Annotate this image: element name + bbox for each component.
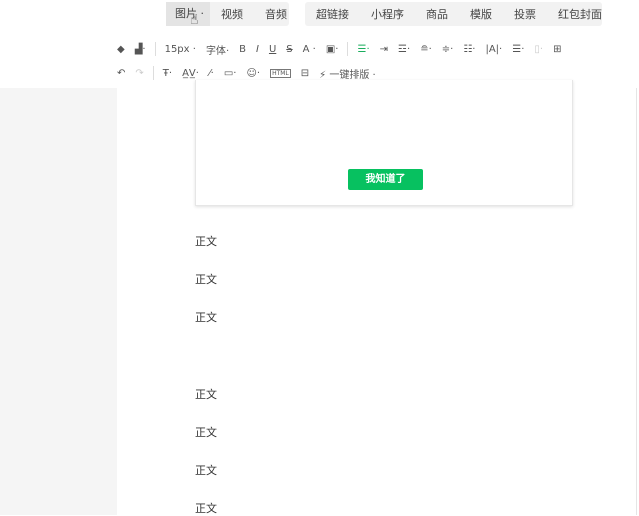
- bullet-list-icon[interactable]: ☰·: [512, 44, 524, 55]
- table-icon[interactable]: ⊞: [553, 44, 561, 55]
- font-size-value: 15px: [164, 43, 190, 55]
- font-family-select[interactable]: 字体·: [206, 42, 229, 57]
- eraser-icon[interactable]: ◆: [117, 44, 125, 55]
- one-click-layout-label: 一键排版: [329, 69, 370, 81]
- menu-mini-program[interactable]: 小程序: [360, 6, 415, 22]
- menu-red-packet-cover[interactable]: 红包封面: [547, 6, 613, 22]
- insert-menu: 超链接 小程序 商品 模版 投票 红包封面: [305, 2, 602, 26]
- menu-template[interactable]: 模版: [459, 6, 503, 22]
- emoji-icon[interactable]: ☺·: [246, 68, 260, 79]
- divider: [347, 42, 349, 56]
- letter-spacing-icon[interactable]: |A|·: [485, 44, 502, 55]
- paragraph[interactable]: 正文: [195, 462, 217, 478]
- format-toolbar: ◆ ▟· 15px · 字体· B I U S A · ▣· ☰· ⇥ ☲· ≘…: [112, 39, 566, 59]
- font-color-label: A: [302, 43, 310, 55]
- italic-button[interactable]: I: [256, 44, 259, 55]
- paragraph[interactable]: 正文: [195, 233, 217, 249]
- font-family-value: 字体: [205, 45, 226, 57]
- left-panel: [0, 88, 117, 515]
- menu-image[interactable]: 图片 ·: [166, 2, 210, 26]
- one-click-layout-button[interactable]: ⚡ 一键排版 ·: [319, 66, 376, 81]
- background-color-icon[interactable]: ▣·: [326, 44, 339, 55]
- media-menu: 图片 · 视频 音频: [166, 2, 289, 26]
- quote-icon[interactable]: ▯·: [534, 44, 543, 55]
- paragraph[interactable]: 正文: [195, 309, 217, 325]
- menu-hyperlink[interactable]: 超链接: [305, 6, 360, 22]
- divider: [154, 42, 156, 56]
- undo-icon[interactable]: ↶: [117, 68, 125, 79]
- menu-product[interactable]: 商品: [415, 6, 459, 22]
- html-icon[interactable]: HTML: [270, 68, 291, 78]
- paragraph[interactable]: 正文: [195, 424, 217, 440]
- paragraph[interactable]: 正文: [195, 500, 217, 516]
- font-color-button[interactable]: A ·: [303, 44, 316, 55]
- menu-vote[interactable]: 投票: [503, 6, 547, 22]
- format-painter-icon[interactable]: ▟·: [135, 44, 146, 55]
- spacing-icon[interactable]: A̲V̲·: [182, 68, 199, 79]
- font-size-select[interactable]: 15px ·: [165, 44, 196, 55]
- paragraph[interactable]: 正文: [195, 386, 217, 402]
- divider-line-icon[interactable]: Ŧ·: [163, 68, 172, 79]
- hand-cursor-icon: ☝: [190, 12, 199, 28]
- magic-wand-icon[interactable]: ⁄·: [209, 68, 214, 79]
- got-it-button[interactable]: 我知道了: [348, 169, 423, 190]
- align-icon[interactable]: ☰·: [357, 44, 369, 55]
- underline-button[interactable]: U: [269, 44, 276, 55]
- menu-video[interactable]: 视频: [210, 6, 254, 22]
- redo-icon[interactable]: ↷: [135, 68, 143, 79]
- menu-audio[interactable]: 音频: [254, 6, 298, 22]
- strikethrough-button[interactable]: S: [286, 44, 292, 55]
- divider: [152, 66, 154, 80]
- justify-icon[interactable]: ☲·: [398, 44, 410, 55]
- briefcase-icon[interactable]: ⊟: [301, 68, 309, 79]
- bold-button[interactable]: B: [239, 44, 246, 55]
- indent-icon[interactable]: ⇥: [380, 44, 388, 55]
- list-indent-icon[interactable]: ☷·: [463, 44, 475, 55]
- line-spacing-icon[interactable]: ≘·: [420, 44, 432, 55]
- image-icon[interactable]: ▭·: [224, 68, 237, 79]
- tip-card: 我知道了: [195, 80, 573, 206]
- paragraph-spacing-icon[interactable]: ≑·: [442, 44, 454, 55]
- paragraph[interactable]: 正文: [195, 271, 217, 287]
- editor-border: [636, 88, 637, 515]
